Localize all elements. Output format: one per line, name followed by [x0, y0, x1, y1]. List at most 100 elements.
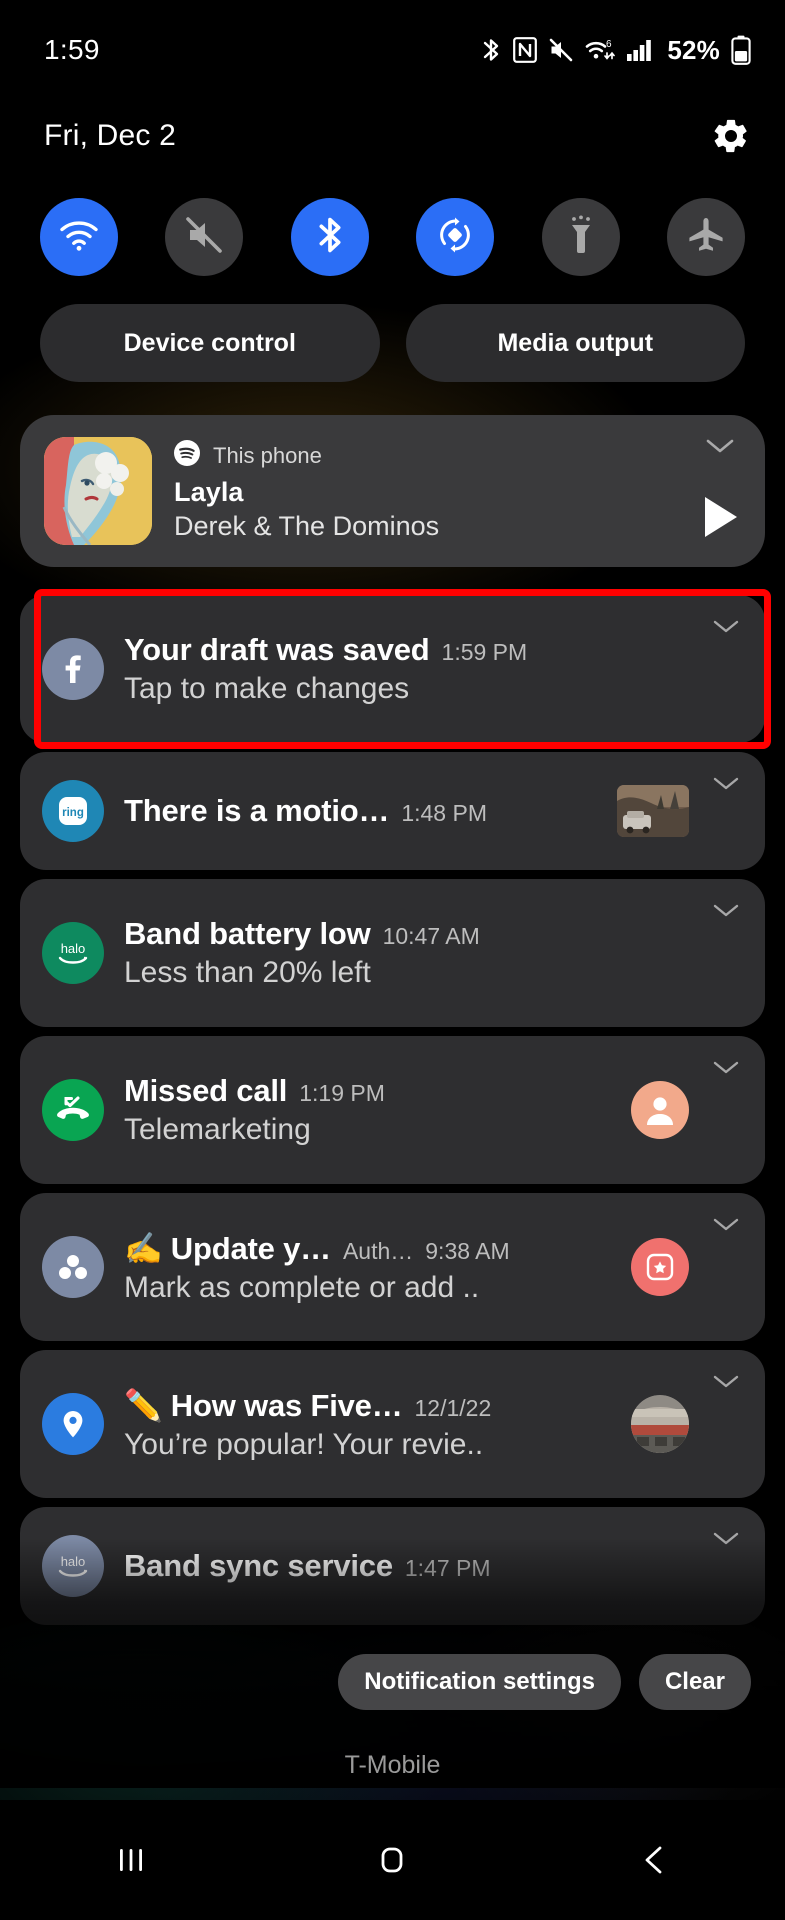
notification-time: 1:59 PM	[441, 639, 528, 665]
play-icon[interactable]	[699, 494, 741, 545]
back-icon[interactable]	[594, 1825, 714, 1895]
chevron-down-icon[interactable]	[705, 437, 735, 460]
qs-tile-flashlight[interactable]	[541, 198, 620, 276]
gear-icon[interactable]	[711, 116, 751, 156]
date-row: Fri, Dec 2	[0, 100, 785, 172]
qs-tile-airplane[interactable]	[666, 198, 745, 276]
notification-thumbnail	[617, 785, 689, 837]
home-icon[interactable]	[332, 1825, 452, 1895]
recents-icon[interactable]	[71, 1825, 191, 1895]
media-output-button[interactable]: Media output	[405, 304, 745, 382]
notification-time: 1:48 PM	[401, 800, 487, 826]
album-art	[44, 437, 152, 545]
notification-header-line: ✏️ How was Five… 12/1/22	[124, 1387, 611, 1424]
status-bar-clock: 1:59	[44, 34, 100, 65]
status-bar-icons: 6 52%	[480, 35, 751, 66]
notification-time: 1:19 PM	[299, 1080, 385, 1106]
notification-list: Your draft was saved 1:59 PM Tap to make…	[20, 589, 771, 1625]
svg-text:6: 6	[606, 39, 612, 50]
media-source-row: This phone	[174, 440, 677, 471]
notification-subtitle: You’re popular! Your revie..	[124, 1427, 484, 1461]
notification-header-line: Missed call 1:19 PM	[124, 1073, 611, 1109]
battery-icon	[731, 35, 751, 65]
notification-header-line: Band sync service 1:47 PM	[124, 1548, 689, 1584]
notification-body: ✍️ Update y… Auth… 9:38 AM Mark as compl…	[124, 1230, 611, 1305]
place-photo-thumbnail	[631, 1395, 689, 1453]
notification-header-line: Your draft was saved 1:59 PM	[124, 632, 689, 668]
notification-time: 12/1/22	[414, 1394, 492, 1421]
chevron-down-icon[interactable]	[709, 615, 743, 635]
qs-tile-sound[interactable]	[165, 198, 244, 276]
notification-highlight-wrapper: Your draft was saved 1:59 PM Tap to make…	[20, 589, 771, 749]
notification-body: Band sync service 1:47 PM	[124, 1548, 689, 1584]
notification-maps-review[interactable]: ✏️ How was Five… 12/1/22 You’re popular!…	[20, 1350, 765, 1498]
svg-text:ring: ring	[62, 807, 84, 819]
notification-app-name: Auth…	[342, 1237, 414, 1264]
media-artist: Derek & The Dominos	[174, 511, 440, 541]
media-source-label: This phone	[213, 442, 322, 468]
notification-subtitle: Tap to make changes	[124, 672, 410, 705]
notification-missed-call[interactable]: Missed call 1:19 PM Telemarketing	[20, 1036, 765, 1184]
notification-halo-band-sync[interactable]: halo Band sync service 1:47 PM	[20, 1507, 765, 1625]
notification-shade: 1:59 6 52% Fri, Dec 2 Device control Med…	[0, 0, 785, 1920]
chevron-down-icon[interactable]	[709, 1370, 743, 1390]
chevron-down-icon[interactable]	[709, 1056, 743, 1076]
notification-asana-task[interactable]: ✍️ Update y… Auth… 9:38 AM Mark as compl…	[20, 1193, 765, 1341]
contact-avatar	[631, 1081, 689, 1139]
notification-facebook-draft[interactable]: Your draft was saved 1:59 PM Tap to make…	[20, 595, 765, 743]
media-player-card[interactable]: This phone Layla Derek & The Dominos	[20, 415, 765, 567]
qs-tile-auto-rotate[interactable]	[416, 198, 495, 276]
notification-header-line: ✍️ Update y… Auth… 9:38 AM	[124, 1230, 611, 1267]
pill-button-row: Device control Media output	[0, 276, 785, 382]
notification-body: There is a motio… 1:48 PM	[124, 793, 597, 829]
notification-title: Band battery low	[124, 916, 371, 951]
notification-time: 9:38 AM	[425, 1237, 510, 1264]
notification-title: Band sync service	[124, 1548, 393, 1583]
airplane-icon	[685, 215, 727, 260]
notification-body: ✏️ How was Five… 12/1/22 You’re popular!…	[124, 1387, 611, 1462]
notification-body: Band battery low 10:47 AM Less than 20% …	[124, 916, 689, 990]
media-controls	[699, 437, 741, 545]
chevron-down-icon[interactable]	[709, 772, 743, 792]
notification-halo-band-battery[interactable]: halo Band battery low 10:47 AM Less than…	[20, 879, 765, 1027]
notification-body: Missed call 1:19 PM Telemarketing	[124, 1073, 611, 1147]
task-badge-thumbnail	[631, 1238, 689, 1296]
date-label: Fri, Dec 2	[44, 119, 177, 152]
chevron-down-icon[interactable]	[709, 1527, 743, 1547]
bluetooth-icon	[315, 214, 345, 261]
maps-pin-icon	[42, 1393, 104, 1455]
qs-tile-bluetooth[interactable]	[290, 198, 369, 276]
spotify-icon	[174, 440, 200, 471]
notification-title: ✏️ How was Five…	[124, 1387, 403, 1423]
notification-ring-motion[interactable]: ring There is a motio… 1:48 PM	[20, 752, 765, 870]
mute-icon	[183, 215, 225, 260]
notification-subtitle: Telemarketing	[124, 1113, 311, 1146]
notification-settings-button[interactable]: Notification settings	[338, 1654, 621, 1710]
notification-time: 10:47 AM	[382, 923, 480, 949]
asana-icon	[42, 1236, 104, 1298]
notification-title: Your draft was saved	[124, 632, 430, 667]
notification-title: ✍️ Update y…	[124, 1230, 331, 1266]
auto-rotate-icon	[435, 215, 475, 260]
device-control-button[interactable]: Device control	[40, 304, 380, 382]
status-bar: 1:59 6 52%	[0, 0, 785, 100]
qs-tile-wifi[interactable]	[40, 198, 118, 276]
notification-header-line: There is a motio… 1:48 PM	[124, 793, 597, 829]
battery-percent-label: 52%	[667, 34, 720, 65]
media-text: This phone Layla Derek & The Dominos	[174, 440, 677, 542]
halo-icon-gray: halo	[42, 1535, 104, 1597]
notification-time: 1:47 PM	[404, 1555, 491, 1581]
notification-header-line: Band battery low 10:47 AM	[124, 916, 689, 952]
chevron-down-icon[interactable]	[709, 899, 743, 919]
chevron-down-icon[interactable]	[709, 1213, 743, 1233]
wifi-icon: 6	[585, 37, 616, 63]
halo-icon: halo	[42, 922, 104, 984]
ring-icon: ring	[42, 780, 104, 842]
svg-text:halo: halo	[61, 941, 86, 956]
notification-body: Your draft was saved 1:59 PM Tap to make…	[124, 632, 689, 706]
notification-title: There is a motio…	[124, 793, 390, 828]
clear-button[interactable]: Clear	[638, 1654, 751, 1710]
quick-settings-row	[0, 172, 785, 276]
navigation-bar	[0, 1800, 785, 1920]
media-title: Layla	[174, 477, 244, 507]
